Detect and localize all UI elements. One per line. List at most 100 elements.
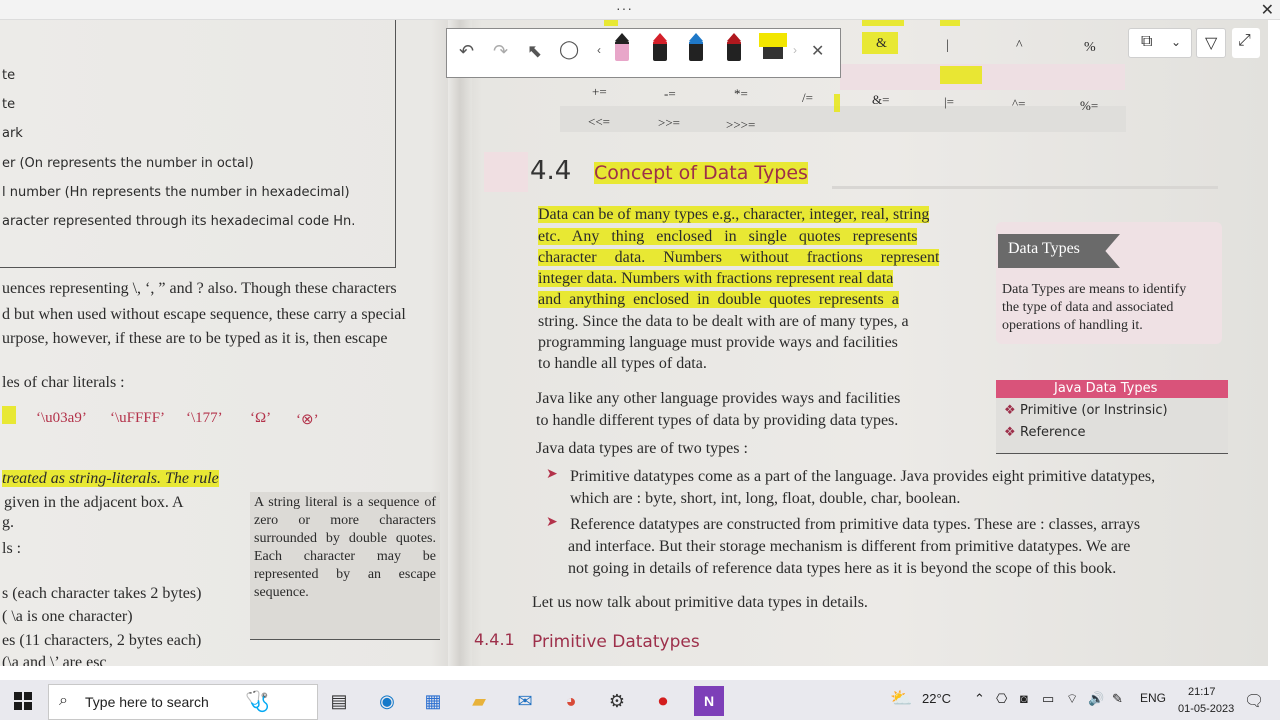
bullet1-line: Primitive datatypes come as a part of th… <box>570 468 1156 485</box>
language-indicator[interactable]: ENG <box>1140 691 1166 705</box>
pen-darkred-icon[interactable] <box>727 33 741 61</box>
data-types-title: Data Types <box>1008 240 1080 257</box>
para1-line-wrap: character data. Numbers without fraction… <box>538 249 940 267</box>
window-title-bar <box>0 0 1280 20</box>
file-explorer-icon[interactable]: ▰ <box>464 686 494 716</box>
operator: -= <box>664 86 676 101</box>
weather-icon[interactable]: ⛅ <box>890 688 912 709</box>
operator: <<= <box>588 114 610 129</box>
lasso-icon[interactable]: ◯ <box>559 39 579 60</box>
clock-date[interactable]: 01-05-2023 <box>1178 703 1234 715</box>
notification-icon[interactable]: 🗨 <box>1244 691 1264 711</box>
expand-icon[interactable]: ⤢ <box>1238 32 1251 50</box>
left-line-highlighted: treated as string-literals. The rule <box>2 470 219 488</box>
operator-row-band <box>560 106 1126 132</box>
pen-tray-icon[interactable]: ✎ <box>1112 691 1123 707</box>
copy-page-icon[interactable]: ⧉ <box>1141 33 1152 51</box>
java-type-item: Primitive (or Instrinsic) <box>1020 403 1168 418</box>
left-line: te <box>2 97 16 112</box>
task-view-icon[interactable]: ▤ <box>324 686 354 716</box>
tray-camera-icon[interactable]: ◙ <box>1020 691 1028 706</box>
store-icon[interactable]: ▦ <box>418 686 448 716</box>
highlight-mark <box>940 20 960 26</box>
select-icon[interactable]: ⬉ <box>527 41 542 62</box>
wifi-icon[interactable]: ⌔ <box>1066 691 1078 707</box>
para2-line: Java like any other language provides wa… <box>536 390 901 407</box>
redo-icon[interactable]: ↷ <box>493 41 508 62</box>
left-line: ls : <box>2 540 22 557</box>
operator: ^= <box>1012 96 1026 111</box>
temperature[interactable]: 22°C <box>922 691 951 706</box>
tray-device-icon[interactable]: ⎔ <box>996 691 1007 707</box>
data-types-body: the type of data and associated <box>1002 300 1174 315</box>
operator: ^ <box>1016 38 1023 53</box>
left-line: uences representing \, ‘, ” and ? also. … <box>2 280 397 297</box>
left-line: given in the adjacent box. A <box>4 494 184 511</box>
window-drag-handle[interactable]: ··· <box>616 0 633 16</box>
chevron-right-icon[interactable]: › <box>793 43 797 57</box>
onenote-icon[interactable]: N <box>694 686 724 716</box>
para1-line: programming language must provide ways a… <box>538 334 898 351</box>
java-type-item: Reference <box>1020 425 1086 440</box>
operator: |= <box>944 94 954 109</box>
highlight-mark <box>834 94 840 112</box>
tray-battery-icon[interactable]: ▭ <box>1042 691 1054 707</box>
window-close-button[interactable]: ✕ <box>1261 0 1274 20</box>
subsection-number: 4.4.1 <box>474 630 515 649</box>
mail-icon[interactable]: ✉ <box>510 686 540 716</box>
clock-time[interactable]: 21:17 <box>1188 686 1216 698</box>
volume-icon[interactable]: 🔊 <box>1088 691 1104 707</box>
left-line: te <box>2 68 16 83</box>
book-spine <box>448 20 472 666</box>
operator: *= <box>734 86 748 101</box>
section-number: 4.4 <box>530 156 572 186</box>
settings-icon[interactable]: ⚙ <box>602 686 632 716</box>
operator: %= <box>1080 98 1099 113</box>
copy-page-group[interactable]: ⧉ ⌄ <box>1128 28 1192 58</box>
left-line: s (each character takes 2 bytes) <box>2 585 202 602</box>
left-line: (\a and \’ are esc <box>2 654 107 666</box>
char-literal: ‘\uFFFF’ <box>110 410 166 426</box>
taskbar-search-input[interactable]: ⌕ Type here to search 🩺 <box>48 684 318 720</box>
undo-icon[interactable]: ↶ <box>459 41 474 62</box>
para1-line: and anything enclosed in double quotes r… <box>538 291 899 308</box>
diamond-bullet-icon: ❖ <box>1004 424 1016 439</box>
pen-blue-icon[interactable] <box>689 33 703 61</box>
para1-line-wrap: etc. Any thing enclosed in single quotes… <box>538 228 918 246</box>
bullet1-line: which are : byte, short, int, long, floa… <box>570 490 961 507</box>
filter-icon[interactable]: ▽ <box>1205 33 1217 53</box>
chrome-icon[interactable]: ◕ <box>556 686 586 716</box>
highlight-mark <box>2 406 16 424</box>
char-literal: ‘Ω’ <box>250 410 272 426</box>
escape-sequence-table <box>0 20 396 268</box>
para4: Let us now talk about primitive data typ… <box>532 594 868 611</box>
close-icon[interactable]: ✕ <box>811 41 824 61</box>
para2-line: to handle different types of data by pro… <box>536 412 899 429</box>
record-icon[interactable]: ⏺ <box>648 686 678 716</box>
operator: >>= <box>658 115 680 130</box>
string-literal-sidenote: A string literal is a sequence of zero o… <box>250 492 440 640</box>
search-icon: ⌕ <box>59 692 68 709</box>
search-placeholder: Type here to search <box>85 694 209 710</box>
section-heading-rule <box>832 186 1218 189</box>
drawing-toolbar: ↶ ↷ ⬉ ◯ ‹ › ✕ <box>446 28 841 78</box>
tray-chevron-icon[interactable]: ⌃ <box>974 691 985 707</box>
operator: | <box>946 38 949 53</box>
edge-icon[interactable]: ◉ <box>372 686 402 716</box>
highlighter-yellow-icon[interactable] <box>759 33 787 59</box>
expand-button[interactable]: ⤢ <box>1232 28 1260 58</box>
bullet2-line: not going in details of reference data t… <box>568 560 1117 577</box>
left-line: d but when used without escape sequence,… <box>2 306 406 323</box>
pen-red-icon[interactable] <box>653 33 667 61</box>
pen-pink-icon[interactable] <box>615 33 629 61</box>
operator: &= <box>872 92 890 107</box>
vertical-scrollbar[interactable] <box>1268 86 1280 664</box>
bullet2-line: Reference datatypes are constructed from… <box>570 516 1141 533</box>
search-highlight-icon[interactable]: 🩺 <box>245 689 270 714</box>
left-line: treated as string-literals. The rule <box>2 470 219 487</box>
filter-button[interactable]: ▽ <box>1196 28 1226 58</box>
chevron-down-icon[interactable]: ⌄ <box>1171 35 1181 49</box>
windows-start-icon[interactable] <box>8 686 38 716</box>
chevron-left-icon[interactable]: ‹ <box>597 43 601 57</box>
para3: Java data types are of two types : <box>536 440 748 457</box>
